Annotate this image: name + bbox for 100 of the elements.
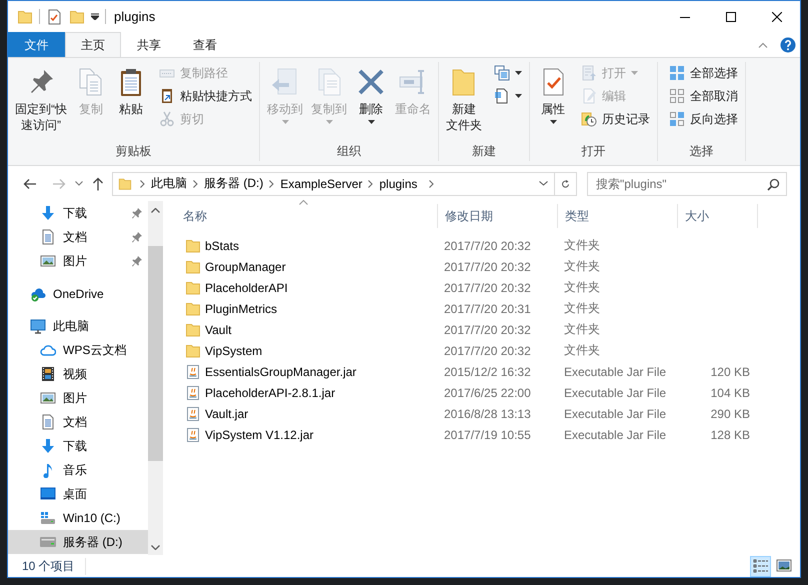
column-header[interactable]: 类型 <box>558 204 678 228</box>
scrollbar-thumb[interactable] <box>148 246 163 461</box>
paste-button[interactable]: 粘贴 <box>112 62 150 119</box>
nav-item[interactable]: 桌面 <box>8 482 148 506</box>
delete-button[interactable]: 删除 <box>352 62 390 126</box>
scissors-icon <box>159 111 175 127</box>
nav-item[interactable]: OneDrive <box>8 282 148 306</box>
grid-icon <box>669 111 685 127</box>
drive-icon <box>40 534 56 550</box>
folder-icon <box>185 238 201 254</box>
breadcrumb[interactable]: 此电脑 <box>145 175 193 192</box>
ribbon-tab[interactable]: 查看 <box>177 32 233 57</box>
caret-icon <box>515 71 522 75</box>
cloud-check-icon <box>30 286 46 302</box>
checked-document-icon[interactable] <box>46 8 62 24</box>
download-arrow-icon <box>40 438 56 454</box>
group-label: 选择 <box>688 143 714 160</box>
close-icon <box>772 12 782 22</box>
pin-button[interactable]: 固定到“快 速访问” <box>12 62 70 135</box>
forward-arrow-icon <box>52 178 66 190</box>
file-size: 120 KB <box>710 364 750 378</box>
select-all-button[interactable]: 全部选择 <box>666 62 741 84</box>
modified-date: 2017/7/20 20:32 <box>444 280 531 294</box>
nav-item[interactable]: 视频 <box>8 362 148 386</box>
ribbon-tab[interactable]: 文件 <box>8 32 65 57</box>
group-label: 组织 <box>336 143 362 160</box>
new-folder-button[interactable]: 新建 文件夹 <box>443 62 485 135</box>
nav-item[interactable]: 服务器 (D:) <box>8 530 148 554</box>
chevron-down-icon <box>539 181 548 186</box>
collapse-ribbon-icon[interactable] <box>758 42 768 48</box>
large-icons-view-icon <box>776 558 792 574</box>
maximize-icon <box>726 12 736 22</box>
grid-icon <box>669 88 685 104</box>
modified-date: 2017/7/20 20:32 <box>444 322 531 336</box>
history-button[interactable]: 历史记录 <box>578 108 653 130</box>
nav-item[interactable]: 下载 <box>8 434 148 458</box>
clipboard-icon <box>159 88 175 104</box>
column-header[interactable]: 名称 <box>176 204 438 228</box>
file-type: Executable Jar File <box>564 386 666 400</box>
jar-file-icon <box>185 406 201 422</box>
file-name: bStats <box>205 238 240 252</box>
search-field[interactable]: 搜索"plugins" <box>587 172 787 196</box>
column-header[interactable]: 大小 <box>678 204 758 228</box>
file-name: EssentialsGroupManager.jar <box>205 364 356 378</box>
paste-shortcut-button[interactable]: 粘贴快捷方式 <box>156 85 255 107</box>
nav-item[interactable]: 文档 <box>8 225 148 249</box>
caret-icon <box>631 71 638 75</box>
ribbon-tab[interactable]: 共享 <box>121 32 177 57</box>
scroll-up-icon[interactable] <box>151 208 160 213</box>
file-type: 文件夹 <box>564 321 600 338</box>
group-label: 剪贴板 <box>114 143 152 160</box>
dropdown-icon[interactable] <box>91 13 99 20</box>
jar-file-icon <box>185 384 201 400</box>
item-count: 10 个项目 <box>22 558 86 574</box>
nav-item[interactable]: WPS云文档 <box>8 338 148 362</box>
ribbon-tab[interactable]: 主页 <box>65 32 121 57</box>
new-item-icon <box>494 65 510 81</box>
file-type: Executable Jar File <box>564 364 666 378</box>
modified-date: 2017/7/20 20:32 <box>444 260 531 274</box>
chevron-icon <box>429 180 434 188</box>
open-icon <box>581 65 597 81</box>
file-type: 文件夹 <box>564 237 600 254</box>
breadcrumb[interactable]: plugins <box>373 176 424 190</box>
address-bar[interactable]: 此电脑 服务器 (D:) ExampleServer plugins <box>112 172 577 196</box>
nav-item[interactable]: Win10 (C:) <box>8 506 148 530</box>
breadcrumb[interactable]: 服务器 (D:) <box>198 175 270 192</box>
file-type: 文件夹 <box>564 279 600 296</box>
properties-button[interactable]: 属性 <box>534 62 572 126</box>
modified-date: 2017/7/19 10:55 <box>444 428 531 442</box>
file-name: Vault.jar <box>205 406 248 420</box>
scrollbar[interactable] <box>148 201 163 555</box>
folder-icon <box>185 322 201 338</box>
modified-date: 2016/8/28 13:13 <box>444 406 531 420</box>
details-view-button[interactable] <box>750 556 771 576</box>
nav-item[interactable]: 音乐 <box>8 458 148 482</box>
folder-icon <box>185 342 201 358</box>
nav-item[interactable]: 图片 <box>8 386 148 410</box>
select-none-button[interactable]: 全部取消 <box>666 85 741 107</box>
file-size: 104 KB <box>710 386 750 400</box>
nav-item[interactable]: 文档 <box>8 410 148 434</box>
desktop-icon <box>40 486 56 502</box>
jar-file-icon <box>185 426 201 442</box>
drive-icon <box>40 510 56 526</box>
scroll-down-icon[interactable] <box>151 545 160 550</box>
column-header[interactable]: 修改日期 <box>438 204 558 228</box>
modified-date: 2017/7/20 20:31 <box>444 302 531 316</box>
nav-item[interactable]: 图片 <box>8 249 148 273</box>
modified-date: 2017/7/20 20:32 <box>444 344 531 358</box>
invert-selection-button[interactable]: 反向选择 <box>666 108 741 130</box>
breadcrumb[interactable]: ExampleServer <box>274 176 368 190</box>
nav-item[interactable]: 此电脑 <box>8 314 148 338</box>
jar-file-icon <box>185 364 201 380</box>
file-name: PlaceholderAPI <box>205 280 288 294</box>
chevron-icon <box>193 180 198 188</box>
file-name: PlaceholderAPI-2.8.1.jar <box>205 386 336 400</box>
caret-icon <box>326 120 332 124</box>
help-icon[interactable] <box>780 36 796 52</box>
nav-item[interactable]: 下载 <box>8 201 148 225</box>
folder-icon <box>185 300 201 316</box>
history-icon <box>581 111 597 127</box>
